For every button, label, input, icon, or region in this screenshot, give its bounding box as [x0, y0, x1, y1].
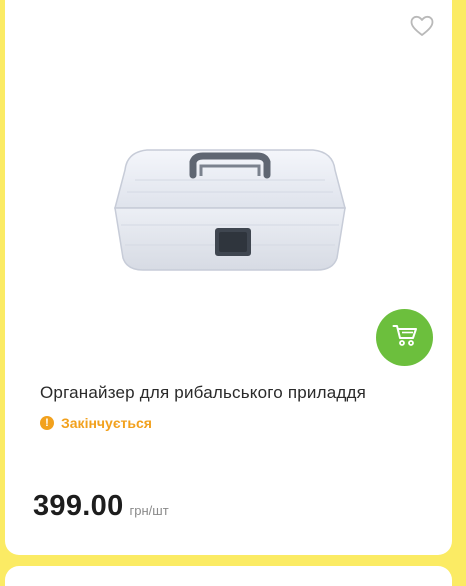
add-to-cart-button[interactable]	[376, 309, 433, 366]
stock-status: ! Закінчується	[40, 415, 152, 431]
stock-status-text: Закінчується	[61, 415, 152, 431]
product-image[interactable]	[105, 130, 355, 280]
cart-icon	[392, 323, 418, 352]
product-card[interactable]: Органайзер для рибальського приладдя ! З…	[5, 0, 452, 555]
next-product-card[interactable]	[5, 566, 452, 586]
exclamation-circle-icon: !	[40, 416, 54, 430]
product-title[interactable]: Органайзер для рибальського приладдя	[40, 383, 440, 403]
wishlist-heart-icon[interactable]	[409, 14, 435, 38]
price-value: 399.00	[33, 490, 124, 522]
price-block: 399.00 грн/шт	[33, 490, 169, 523]
price-unit: грн/шт	[129, 503, 169, 518]
